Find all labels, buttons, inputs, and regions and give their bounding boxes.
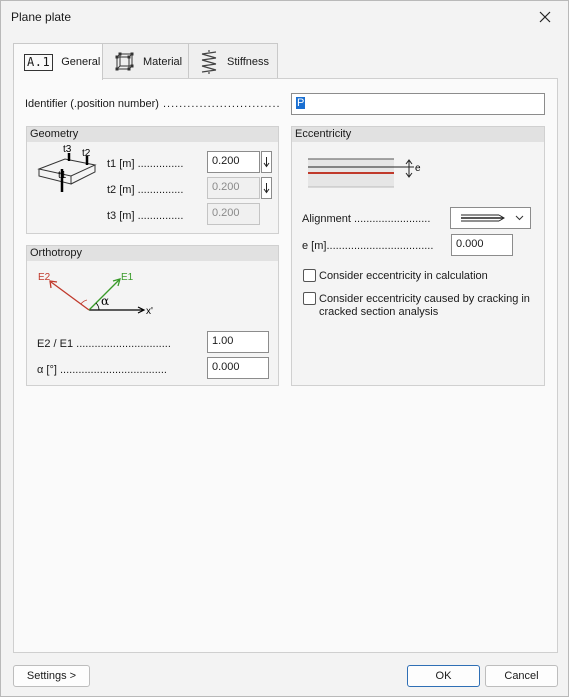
alpha-input[interactable]: 0.000 [207, 357, 269, 379]
geometry-header: Geometry [27, 127, 278, 142]
eccentricity-calc-label: Consider eccentricity in calculation [319, 270, 488, 282]
tab-stiffness[interactable]: Stiffness [188, 43, 278, 79]
e-input[interactable]: 0.000 [451, 234, 513, 256]
chevron-down-icon [515, 215, 524, 221]
tab-material-label: Material [143, 55, 183, 68]
tab-stiffness-label: Stiffness [227, 55, 269, 68]
alignment-top-icon [461, 214, 505, 222]
t1-label: t1 [m] ............... [107, 158, 184, 170]
identifier-input[interactable]: P [291, 93, 545, 115]
t3-label: t3 [m] ............... [107, 210, 184, 222]
eccentricity-diagram: e [308, 158, 421, 188]
spring-icon [199, 49, 219, 75]
t3-input[interactable]: 0.200 [207, 203, 260, 225]
settings-button[interactable]: Settings > [13, 665, 90, 687]
alignment-select[interactable] [450, 207, 531, 229]
tab-material[interactable]: Material [102, 43, 189, 79]
diagram-alpha-label: α [101, 294, 109, 308]
cube-node-icon [113, 51, 135, 73]
close-button[interactable] [522, 1, 568, 33]
t2-arrow-button[interactable] [261, 177, 272, 199]
eccentricity-header: Eccentricity [292, 127, 544, 142]
cancel-button[interactable]: Cancel [485, 665, 558, 687]
t1-input[interactable]: 0.200 [207, 151, 260, 173]
orthotropy-group: Orthotropy α E1 E2 x' E2 / E1 ..........… [26, 245, 279, 386]
plate-geometry-diagram: t3 t2 t1 [37, 145, 97, 192]
arrow-down-icon [263, 157, 270, 168]
eccentricity-cracking-checkbox[interactable] [303, 292, 316, 305]
window-title: Plane plate [11, 10, 72, 24]
t1-arrow-button[interactable] [261, 151, 272, 173]
diagram-e2-label: E2 [38, 272, 51, 283]
orthotropy-diagram: α E1 E2 x' [38, 272, 153, 317]
dialog-window: Plane plate A.1 General Material Stiffne… [0, 0, 569, 697]
title-bar: Plane plate [1, 1, 568, 33]
eccentricity-cracking-label: Consider eccentricity caused by cracking… [319, 293, 530, 318]
alignment-label: Alignment ......................... [302, 213, 431, 225]
ratio-input[interactable]: 1.00 [207, 331, 269, 353]
diagram-t3-label: t3 [63, 145, 72, 155]
diagram-e1-label: E1 [121, 272, 134, 283]
diagram-t2-label: t2 [82, 148, 91, 159]
a1-icon: A.1 [24, 53, 54, 71]
eccentricity-group: Eccentricity e Alignment ...............… [291, 126, 545, 386]
e-label: e [m]................................... [302, 240, 434, 252]
t2-input[interactable]: 0.200 [207, 177, 260, 199]
tab-general-label: General [61, 56, 101, 68]
general-panel: Identifier (.position number) ..........… [13, 78, 558, 653]
diagram-e-label: e [415, 163, 421, 174]
eccentricity-calc-checkbox[interactable] [303, 269, 316, 282]
arrow-down-icon [263, 183, 270, 194]
ratio-label: E2 / E1 ............................... [37, 338, 171, 350]
diagram-t1-label: t1 [58, 170, 67, 181]
ok-button[interactable]: OK [407, 665, 480, 687]
geometry-group: Geometry t3 t2 t1 t1 [m] ...............… [26, 126, 279, 234]
diagram-x-label: x' [146, 306, 153, 317]
identifier-label: Identifier (.position number) ..........… [25, 98, 279, 110]
t2-label: t2 [m] ............... [107, 184, 184, 196]
tab-general[interactable]: A.1 General [13, 43, 103, 80]
alpha-label: α [°] ..................................… [37, 364, 167, 376]
orthotropy-header: Orthotropy [27, 246, 278, 261]
close-icon [539, 11, 551, 23]
